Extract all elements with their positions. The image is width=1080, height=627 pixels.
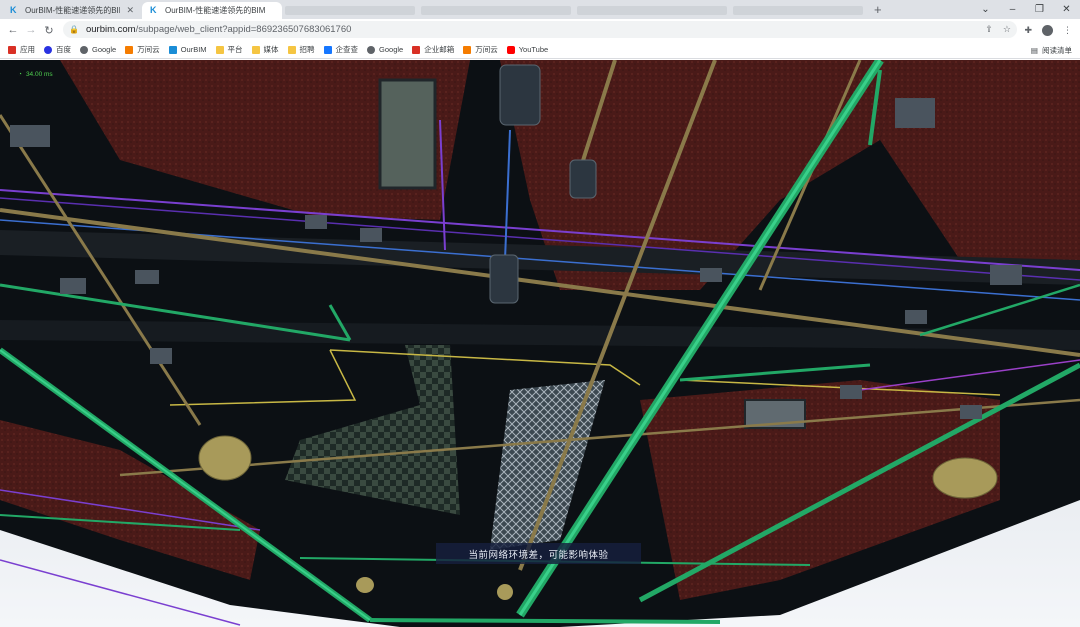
wanjianyun-icon: [463, 45, 472, 54]
minimize-button[interactable]: –: [999, 4, 1026, 15]
ourbim-icon: [168, 45, 177, 54]
url-path: /subpage/web_client?appid=86923650768306…: [135, 24, 352, 35]
bookmark-label: 企业邮箱: [424, 45, 455, 54]
forward-arrow-icon[interactable]: →: [22, 24, 40, 36]
blurred-tab[interactable]: [285, 6, 415, 15]
close-window-button[interactable]: ✕: [1053, 4, 1080, 15]
network-warning-toast: 当前网络环境差，可能影响体验: [436, 543, 641, 564]
bookmark-label: 万间云: [475, 45, 498, 54]
bookmark-ourbim[interactable]: OurBIM: [168, 45, 207, 54]
reload-icon[interactable]: ↻: [40, 24, 58, 37]
tab-strip: K OurBIM-性能速递领先的BIM引... ✕ K OurBIM-性能速递领…: [0, 0, 1080, 19]
google-icon: [367, 45, 376, 54]
tab-title: OurBIM-性能速递领先的BIM引...: [25, 6, 120, 15]
bookmarks-bar: 应用 百度 Google 万间云 OurBIM 平台 媒体 招聘 企查查 Goo…: [0, 41, 1080, 59]
bookmark-label: 万间云: [137, 45, 160, 54]
folder-icon: [287, 45, 296, 54]
reading-list-button[interactable]: ▤ 阅读清单: [1031, 41, 1072, 59]
browser-toolbar: ← → ↻ 🔒 ourbim.com/subpage/web_client?ap…: [0, 19, 1080, 41]
ourbim-favicon-icon: K: [150, 5, 157, 15]
back-arrow-icon[interactable]: ←: [4, 24, 22, 36]
bookmark-label: 招聘: [299, 45, 315, 54]
ourbim-favicon-icon: K: [10, 5, 17, 15]
reading-list-icon: ▤: [1030, 45, 1038, 55]
bookmark-label: 百度: [56, 45, 71, 54]
new-tab-button[interactable]: +: [874, 1, 882, 18]
mail-icon: [412, 45, 421, 54]
tab-title: OurBIM-性能速递领先的BIM: [165, 6, 266, 15]
menu-kebab-icon[interactable]: ⋮: [1063, 25, 1072, 36]
star-icon[interactable]: ☆: [1003, 24, 1011, 35]
folder-icon: [251, 45, 260, 54]
reading-list-label: 阅读清单: [1042, 45, 1072, 55]
bookmark-apps[interactable]: 应用: [8, 44, 35, 55]
bookmark-mail[interactable]: 企业邮箱: [412, 44, 454, 55]
bookmark-label: 企查查: [335, 45, 359, 54]
tab-1[interactable]: K OurBIM-性能速递领先的BIM引... ✕: [2, 2, 140, 19]
tab-close-icon[interactable]: ✕: [126, 5, 134, 16]
blurred-tab[interactable]: [421, 6, 571, 15]
qichacha-icon: [323, 45, 332, 54]
folder-icon: [215, 45, 224, 54]
bookmark-folder-media[interactable]: 媒体: [251, 44, 279, 55]
bookmark-google-2[interactable]: Google: [367, 45, 403, 54]
wifi-signal-icon: ◔: [18, 71, 22, 78]
bookmark-wanjianyun-2[interactable]: 万间云: [463, 44, 498, 55]
google-icon: [80, 45, 88, 54]
bookmark-label: OurBIM: [180, 45, 207, 54]
tab-2-active[interactable]: K OurBIM-性能速递领先的BIM: [142, 2, 282, 19]
bookmark-label: 平台: [227, 45, 243, 54]
bookmark-label: YouTube: [518, 45, 549, 54]
bookmark-google[interactable]: Google: [80, 45, 116, 54]
window-controls: ⌄ – ❐ ✕: [972, 0, 1080, 19]
youtube-icon: [506, 45, 515, 54]
tab-search-icon[interactable]: ⌄: [972, 4, 999, 15]
bookmark-qichacha[interactable]: 企查查: [323, 44, 359, 55]
baidu-icon: [44, 45, 52, 54]
address-bar[interactable]: 🔒 ourbim.com/subpage/web_client?appid=86…: [63, 21, 1017, 38]
extensions-icon[interactable]: ✚: [1024, 25, 1032, 36]
wanjianyun-icon: [125, 45, 134, 54]
bookmark-label: 媒体: [263, 45, 279, 54]
blurred-tab[interactable]: [577, 6, 727, 15]
bookmark-baidu[interactable]: 百度: [44, 44, 71, 55]
bim-3d-viewport[interactable]: ◔ 34.00 ms 当前网络环境差，可能影响体验: [0, 60, 1080, 627]
latency-indicator: ◔ 34.00 ms: [18, 71, 53, 78]
blurred-tab[interactable]: [733, 6, 863, 15]
restore-button[interactable]: ❐: [1026, 4, 1053, 15]
bookmark-youtube[interactable]: YouTube: [506, 45, 549, 54]
bookmark-label: 应用: [20, 45, 35, 54]
profile-avatar[interactable]: [1042, 24, 1053, 36]
bookmark-folder-platform[interactable]: 平台: [215, 44, 243, 55]
window: [378, 78, 437, 190]
lock-icon[interactable]: 🔒: [69, 25, 79, 34]
bookmark-folder-recruit[interactable]: 招聘: [287, 44, 315, 55]
apps-grid-icon: [8, 45, 16, 54]
bookmark-label: Google: [92, 45, 117, 54]
bookmark-label: Google: [379, 45, 404, 54]
url-host: ourbim.com: [85, 24, 136, 35]
latency-value: 34.00 ms: [25, 71, 53, 78]
bim-scene-render[interactable]: [0, 60, 1080, 627]
bookmark-wanjianyun[interactable]: 万间云: [125, 44, 160, 55]
share-icon[interactable]: ⇪: [985, 24, 993, 35]
